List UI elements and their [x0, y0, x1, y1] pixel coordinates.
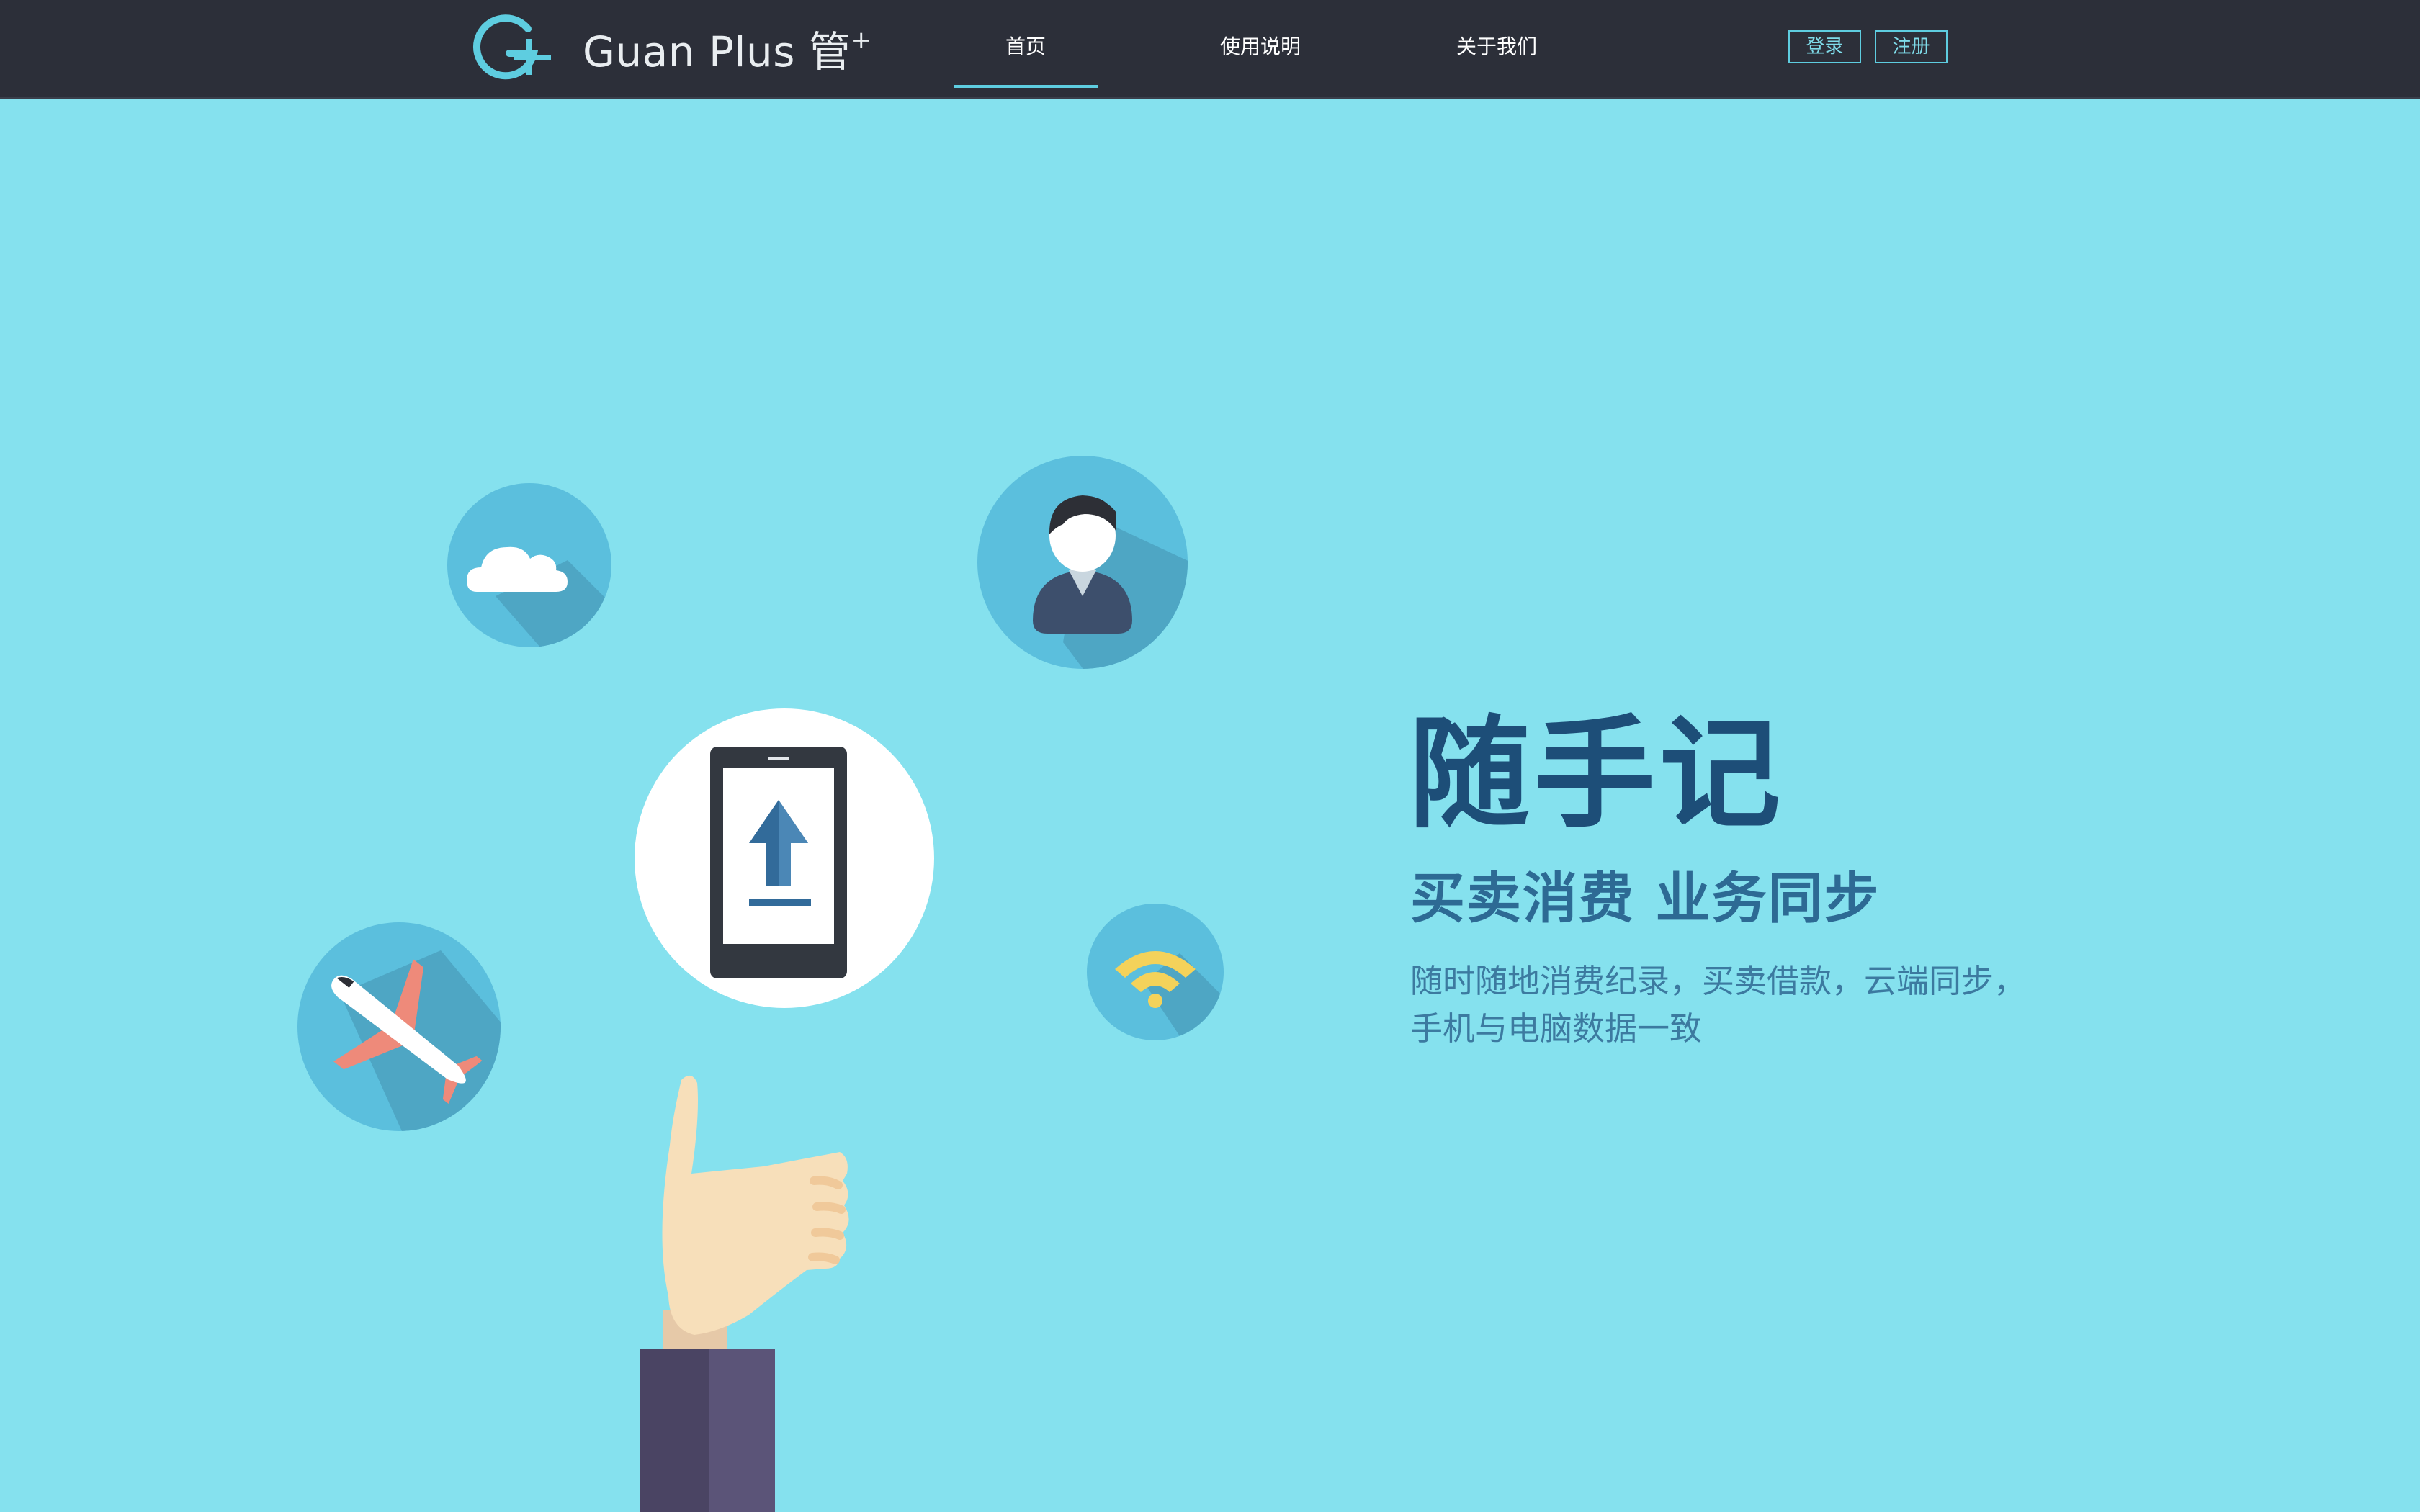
hero-subtitle: 买卖消费 业务同步: [1410, 866, 1881, 930]
user-icon: [977, 456, 1188, 669]
hero-description-line-1: 随时随地消费纪录，买卖借款，云端同步，: [1410, 962, 2027, 1000]
airplane-icon: [297, 922, 501, 1131]
cloud-icon: [447, 483, 611, 647]
g-plus-logo-icon: [472, 14, 551, 80]
login-button[interactable]: 登录: [1788, 30, 1861, 63]
top-navbar: Guan Plus 管+ 首页 使用说明 关于我们 登录 注册: [0, 0, 2420, 99]
wifi-icon: [1087, 904, 1224, 1040]
nav-active-indicator: [954, 85, 1098, 88]
brand-plus-sign: +: [851, 26, 872, 55]
brand-name-latin: Guan Plus: [583, 27, 796, 76]
brand-name: Guan Plus 管+: [583, 26, 871, 78]
hero-title: 随手记: [1409, 703, 1785, 845]
hand-icon: [640, 1075, 849, 1512]
phone-upload-icon: [635, 708, 934, 1008]
hero-illustration: [274, 432, 1268, 1512]
hero-description-line-2: 手机与电脑数据一致: [1410, 1009, 1703, 1048]
register-button[interactable]: 注册: [1875, 30, 1948, 63]
nav-item-guide[interactable]: 使用说明: [1181, 29, 1340, 65]
brand-logo[interactable]: Guan Plus 管+: [472, 13, 875, 85]
brand-name-cn: 管: [808, 27, 851, 76]
nav-item-about[interactable]: 关于我们: [1425, 29, 1569, 65]
nav-item-home[interactable]: 首页: [954, 29, 1098, 65]
hero-description: 随时随地消费纪录，买卖借款，云端同步， 手机与电脑数据一致: [1410, 958, 2130, 1053]
